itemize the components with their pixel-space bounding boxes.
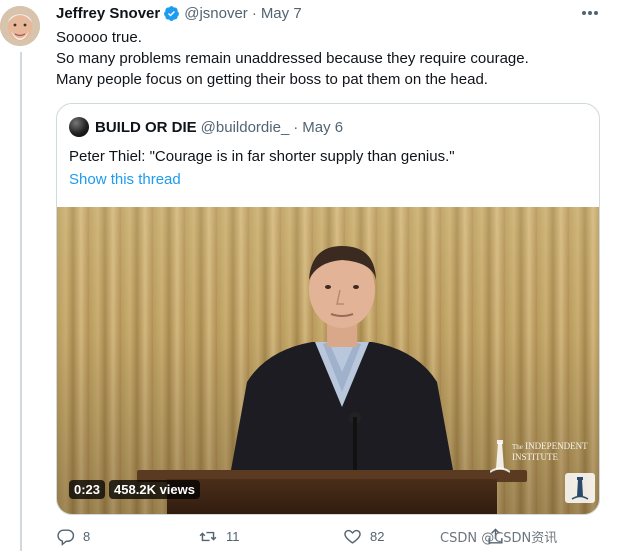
quoted-tweet-header: BUILD OR DIE @buildordie_ · May 6 (69, 116, 343, 138)
quoted-author-name: BUILD OR DIE (95, 118, 197, 136)
video-badges: 0:23 458.2K views (69, 480, 200, 499)
verified-badge-icon (163, 5, 180, 22)
tweet-header: Jeffrey Snover @jsnover · May 7 (56, 3, 302, 23)
avatar-photo (0, 6, 40, 46)
more-horizontal-icon[interactable] (578, 4, 602, 22)
source-watermark-text: CSDN @CSDN资讯 (440, 531, 558, 546)
tweet-text-line: Many people focus on getting their boss … (56, 71, 488, 88)
tweet-text-line: So many problems remain unaddressed beca… (56, 50, 529, 67)
like-button[interactable]: 82 (343, 524, 384, 548)
author-avatar[interactable] (0, 6, 40, 46)
lighthouse-icon (490, 440, 510, 473)
quoted-author-avatar (69, 117, 89, 137)
microphone-stand (353, 417, 357, 477)
quoted-tweet-card[interactable]: BUILD OR DIE @buildordie_ · May 6 Peter … (56, 103, 600, 515)
tweet-body: Sooooo true. So many problems remain una… (56, 27, 616, 90)
reply-count: 8 (83, 528, 91, 544)
retweet-icon (199, 531, 217, 541)
quoted-tweet-text: Peter Thiel: "Courage is in far shorter … (69, 148, 455, 165)
corner-logo-icon (565, 473, 595, 503)
tweet-text-line: Sooooo true. (56, 29, 142, 46)
video-elapsed-badge: 0:23 (69, 480, 106, 499)
quoted-tweet-date: May 6 (302, 118, 344, 136)
separator-dot: · (251, 4, 257, 22)
retweet-count: 11 (226, 528, 240, 544)
watermark-the: The (512, 443, 523, 451)
speaker-figure (227, 246, 457, 492)
show-thread-link[interactable]: Show this thread (69, 169, 181, 190)
quoted-author-handle: @buildordie_ (200, 118, 290, 136)
reply-button[interactable]: 8 (56, 524, 90, 548)
tweet-date[interactable]: May 7 (261, 5, 302, 22)
video-watermark: The INDEPENDENT INSTITUTE (490, 439, 588, 475)
author-handle[interactable]: @jsnover (184, 5, 248, 22)
separator-dot: · (293, 118, 299, 136)
author-name[interactable]: Jeffrey Snover (56, 5, 160, 22)
video-player[interactable]: The INDEPENDENT INSTITUTE 0:23 458.2K vi… (57, 207, 599, 514)
thread-connector-line (20, 52, 22, 551)
podium (167, 479, 497, 514)
watermark-line1: INDEPENDENT (525, 441, 588, 451)
heart-icon (344, 529, 361, 544)
reply-icon (57, 528, 75, 546)
retweet-button[interactable]: 11 (198, 524, 240, 548)
video-views-badge: 458.2K views (109, 480, 200, 499)
like-count: 82 (370, 528, 385, 544)
watermark-line2: INSTITUTE (512, 452, 558, 462)
